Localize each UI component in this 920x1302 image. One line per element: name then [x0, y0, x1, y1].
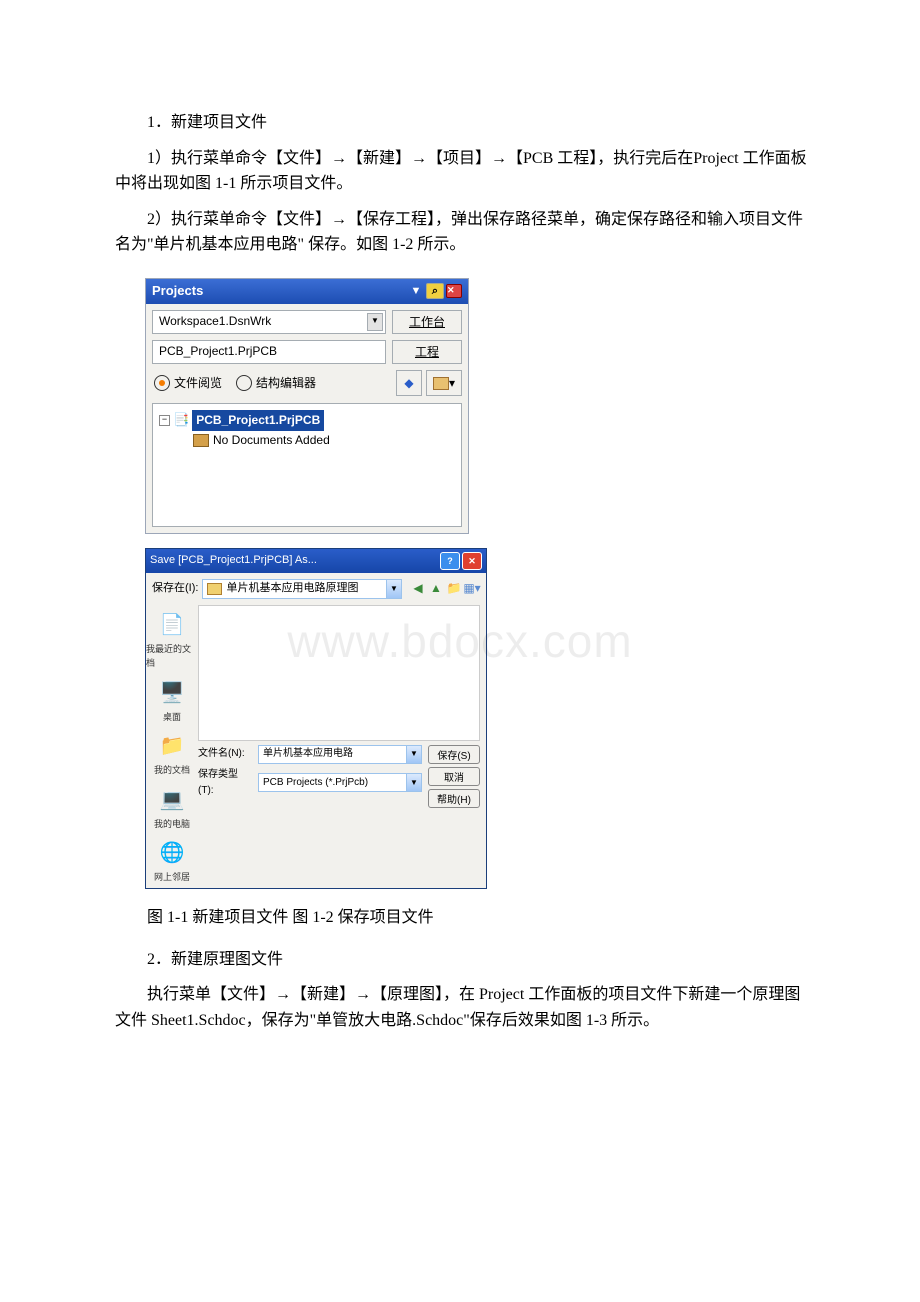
paragraph-1: 1）执行菜单命令【文件】→【新建】→【项目】→【PCB 工程】，执行完后在Pro…	[115, 146, 810, 197]
pin-icon[interactable]: ⌕	[426, 283, 444, 299]
places-sidebar: 📄我最近的文档 🖥️桌面 📁我的文档 💻我的电脑 🌐网上邻居	[146, 605, 198, 888]
figure-1-1: Projects ▼ ⌕ ✕ Workspace1.DsnWrk ▼ 工作台 P…	[145, 278, 810, 889]
new-folder-icon[interactable]: 📁	[446, 581, 462, 597]
folder-icon	[193, 434, 209, 447]
document-body: 1．新建项目文件 1）执行菜单命令【文件】→【新建】→【项目】→【PCB 工程】…	[0, 0, 920, 1104]
sidebar-network[interactable]: 🌐网上邻居	[154, 837, 190, 884]
folder-icon	[207, 583, 222, 595]
filetype-label: 保存类型(T):	[198, 767, 252, 799]
heading-1: 1．新建项目文件	[115, 110, 810, 136]
project-tree[interactable]: − 📑 PCB_Project1.PrjPCB No Documents Add…	[152, 403, 462, 527]
up-icon[interactable]: ▲	[428, 581, 444, 597]
sidebar-recent[interactable]: 📄我最近的文档	[146, 609, 198, 671]
help-button[interactable]: 帮助(H)	[428, 789, 480, 808]
save-button[interactable]: 保存(S)	[428, 745, 480, 764]
file-list-pane[interactable]	[198, 605, 480, 741]
tree-root[interactable]: PCB_Project1.PrjPCB	[192, 410, 324, 431]
figure-caption: 图 1-1 新建项目文件 图 1-2 保存项目文件	[115, 905, 810, 931]
sidebar-computer[interactable]: 💻我的电脑	[154, 784, 190, 831]
sidebar-documents[interactable]: 📁我的文档	[154, 730, 190, 777]
filename-input[interactable]: 单片机基本应用电路▼	[258, 745, 422, 764]
workspace-button[interactable]: 工作台	[392, 310, 462, 334]
close-icon[interactable]: ✕	[446, 284, 462, 298]
tree-collapse-icon[interactable]: −	[159, 415, 170, 426]
structure-editor-label: 结构编辑器	[256, 374, 316, 393]
dialog-help-icon[interactable]: ?	[440, 552, 460, 570]
heading-2: 2．新建原理图文件	[115, 947, 810, 973]
workspace-combo[interactable]: Workspace1.DsnWrk ▼	[152, 310, 386, 334]
save-dialog-title: Save [PCB_Project1.PrjPCB] As...	[150, 552, 317, 570]
panel-title: Projects	[152, 281, 203, 302]
projects-panel: Projects ▼ ⌕ ✕ Workspace1.DsnWrk ▼ 工作台 P…	[145, 278, 469, 534]
sidebar-desktop[interactable]: 🖥️桌面	[160, 677, 185, 724]
tree-child: No Documents Added	[213, 431, 330, 450]
project-field: PCB_Project1.PrjPCB	[152, 340, 386, 364]
folder-button[interactable]: ▾	[426, 370, 462, 396]
paragraph-2: 2）执行菜单命令【文件】→【保存工程】，弹出保存路径菜单，确定保存路径和输入项目…	[115, 207, 810, 258]
file-view-label: 文件阅览	[174, 374, 222, 393]
dialog-close-icon[interactable]: ✕	[462, 552, 482, 570]
view-menu-icon[interactable]: ▦▾	[464, 581, 480, 597]
paragraph-3: 执行菜单【文件】→【新建】→【原理图】，在 Project 工作面板的项目文件下…	[115, 982, 810, 1033]
cancel-button[interactable]: 取消	[428, 767, 480, 786]
panel-titlebar: Projects ▼ ⌕ ✕	[146, 279, 468, 304]
chevron-down-icon[interactable]: ▼	[367, 313, 383, 331]
back-icon[interactable]: ◀	[410, 581, 426, 597]
dropdown-icon[interactable]: ▼	[408, 284, 424, 298]
save-in-combo[interactable]: 单片机基本应用电路原理图 ▼	[202, 579, 402, 599]
project-icon: 📑	[173, 410, 189, 431]
file-view-radio[interactable]	[154, 375, 170, 391]
browse-button[interactable]: ◆	[396, 370, 422, 396]
filename-label: 文件名(N):	[198, 746, 252, 762]
filetype-combo[interactable]: PCB Projects (*.PrjPcb)▼	[258, 773, 422, 792]
chevron-down-icon[interactable]: ▼	[406, 746, 421, 763]
save-in-label: 保存在(I):	[152, 580, 198, 598]
structure-editor-radio[interactable]	[236, 375, 252, 391]
save-dialog: Save [PCB_Project1.PrjPCB] As... ? ✕ 保存在…	[145, 548, 487, 889]
chevron-down-icon[interactable]: ▼	[386, 580, 401, 598]
project-button[interactable]: 工程	[392, 340, 462, 364]
chevron-down-icon[interactable]: ▼	[406, 774, 421, 791]
